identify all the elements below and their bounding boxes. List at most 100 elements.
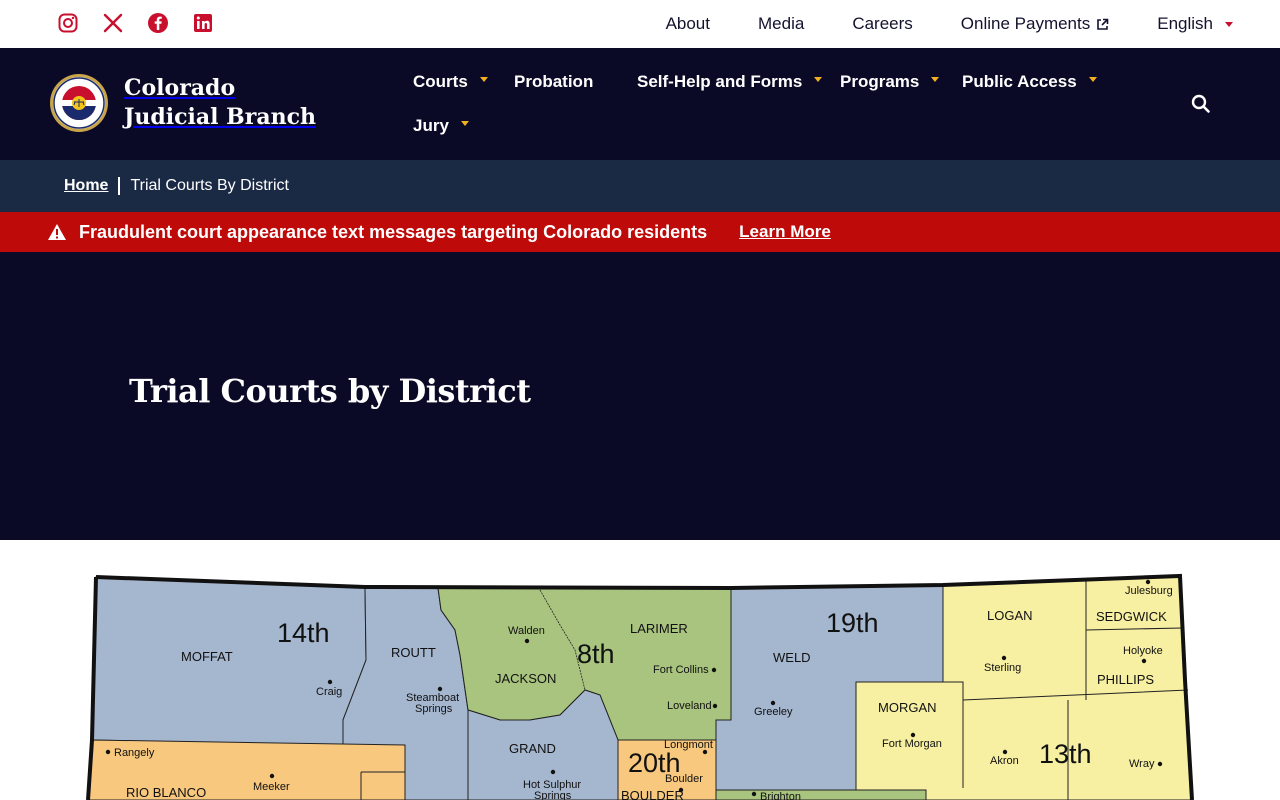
social-links: [57, 12, 214, 34]
county-moffat: MOFFAT: [181, 649, 233, 664]
brand-name: Colorado Judicial Branch: [124, 75, 316, 130]
instagram-icon[interactable]: [57, 12, 79, 34]
district-13-label: 13th: [1039, 739, 1092, 769]
town-dot: [269, 773, 275, 779]
hero-section: Trial Courts by District: [0, 252, 1280, 540]
town-brighton: Brighton: [760, 791, 801, 800]
nav-self-help-label: Self-Help and Forms: [637, 72, 803, 91]
breadcrumb-current: Trial Courts By District: [130, 177, 289, 194]
town-dot: [678, 787, 684, 793]
town-walden: Walden: [508, 625, 545, 637]
town-wray: Wray: [1129, 758, 1155, 770]
town-dot: [327, 679, 333, 685]
district-8-label: 8th: [577, 639, 615, 669]
nav-courts[interactable]: Courts: [413, 72, 488, 92]
warning-icon: [48, 224, 66, 240]
nav-public-access[interactable]: Public Access: [962, 72, 1097, 92]
breadcrumb-home-link[interactable]: Home: [64, 177, 108, 195]
county-grand: GRAND: [509, 741, 556, 756]
chevron-down-icon: [814, 76, 823, 82]
town-dot: [1145, 579, 1151, 585]
town-dot: [105, 749, 111, 755]
county-rio-blanco: RIO BLANCO: [126, 785, 206, 800]
county-boulder: BOULDER: [621, 788, 684, 800]
nav-jury[interactable]: Jury: [413, 116, 469, 136]
alert-message: Fraudulent court appearance text message…: [79, 221, 708, 242]
town-dot: [770, 700, 776, 706]
nav-programs[interactable]: Programs: [840, 72, 940, 92]
town-dot: [712, 703, 718, 709]
town-akron: Akron: [990, 755, 1019, 767]
nav-public-access-label: Public Access: [962, 72, 1077, 91]
town-dot: [1002, 749, 1008, 755]
main-header: Colorado Judicial Branch Courts Probatio…: [0, 48, 1280, 160]
language-select[interactable]: English: [1157, 14, 1233, 34]
county-logan: LOGAN: [987, 608, 1033, 623]
nav-probation[interactable]: Probation: [514, 72, 593, 92]
chevron-down-icon: [1225, 21, 1233, 27]
town-dot: [702, 749, 708, 755]
county-jackson: JACKSON: [495, 671, 556, 686]
town-dot: [910, 732, 916, 738]
nav-courts-label: Courts: [413, 72, 468, 91]
county-routt: ROUTT: [391, 645, 436, 660]
brand-home-link[interactable]: Colorado Judicial Branch: [49, 73, 324, 133]
town-greeley: Greeley: [754, 706, 793, 718]
town-steamboat-springs: Springs: [415, 703, 453, 715]
district-14-label: 14th: [277, 618, 330, 648]
careers-label: Careers: [852, 14, 913, 33]
online-payments-link[interactable]: Online Payments: [961, 14, 1109, 34]
chevron-down-icon: [931, 76, 940, 82]
alert-learn-more-link[interactable]: Learn More: [739, 222, 831, 242]
county-morgan: MORGAN: [878, 700, 937, 715]
facebook-icon[interactable]: [147, 12, 169, 34]
town-dot: [1001, 655, 1007, 661]
about-link[interactable]: About: [666, 14, 710, 34]
careers-link[interactable]: Careers: [852, 14, 912, 34]
town-boulder: Boulder: [665, 773, 703, 785]
county-phillips: PHILLIPS: [1097, 672, 1154, 687]
utility-bar: About Media Careers Online Payments Engl…: [0, 0, 1280, 48]
town-dot: [1141, 658, 1147, 664]
brighton-region[interactable]: [715, 789, 927, 800]
x-icon[interactable]: [102, 12, 124, 34]
language-label: English: [1157, 14, 1213, 33]
media-label: Media: [758, 14, 805, 33]
town-dot: [550, 769, 556, 775]
search-button[interactable]: [1190, 93, 1212, 115]
media-link[interactable]: Media: [758, 14, 804, 34]
town-craig: Craig: [316, 686, 342, 698]
county-larimer: LARIMER: [630, 621, 688, 636]
county-weld: WELD: [773, 650, 811, 665]
town-holyoke: Holyoke: [1123, 645, 1163, 657]
town-julesburg: Julesburg: [1125, 585, 1173, 597]
town-hot-sulphur-springs: Springs: [534, 790, 572, 800]
utility-links: About Media Careers Online Payments Engl…: [666, 0, 1233, 48]
district-map: 14th 8th 19th 13th 20th MOFFAT ROUTT JAC…: [0, 540, 1280, 800]
chevron-down-icon: [1088, 76, 1097, 82]
breadcrumb-separator: [118, 177, 121, 195]
linkedin-icon[interactable]: [192, 12, 214, 34]
town-dot: [711, 667, 717, 673]
town-meeker: Meeker: [253, 781, 290, 793]
town-dot: [1157, 761, 1163, 767]
town-sterling: Sterling: [984, 662, 1021, 674]
nav-programs-label: Programs: [840, 72, 920, 91]
chevron-down-icon: [479, 76, 488, 82]
town-rangely: Rangely: [114, 747, 155, 759]
town-dot: [751, 791, 757, 797]
about-label: About: [665, 14, 710, 33]
district-map-svg: 14th 8th 19th 13th 20th MOFFAT ROUTT JAC…: [86, 573, 1194, 800]
breadcrumb: Home Trial Courts By District: [0, 160, 1280, 212]
nav-probation-label: Probation: [514, 72, 594, 91]
town-dot: [437, 686, 443, 692]
page-title: Trial Courts by District: [129, 372, 531, 410]
online-payments-label: Online Payments: [960, 14, 1091, 33]
chevron-down-icon: [460, 120, 469, 126]
nav-jury-label: Jury: [413, 116, 449, 135]
town-longmont: Longmont: [664, 739, 713, 751]
nav-self-help[interactable]: Self-Help and Forms: [637, 72, 823, 92]
district-19-label: 19th: [826, 608, 879, 638]
alert-banner: Fraudulent court appearance text message…: [0, 212, 1280, 252]
search-icon: [1191, 94, 1210, 113]
